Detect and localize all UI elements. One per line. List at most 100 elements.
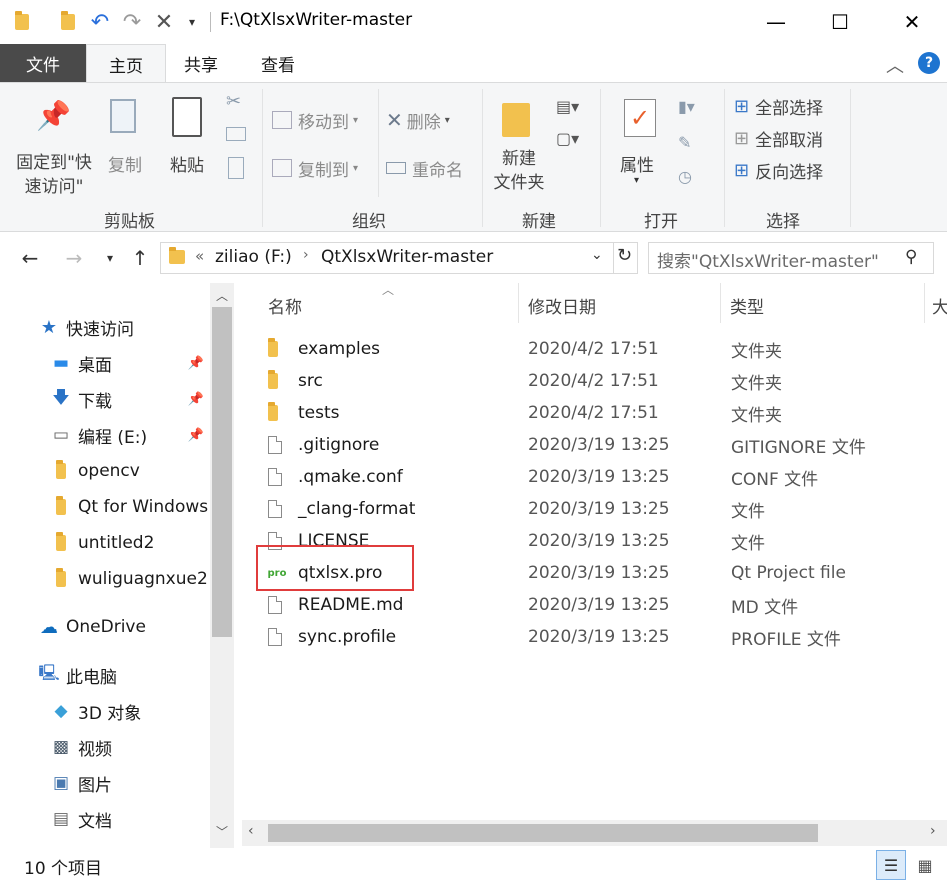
file-row[interactable]: tests 2020/4/2 17:51 文件夹	[242, 397, 947, 429]
select-none-button[interactable]: ⊞ 全部取消	[734, 125, 823, 151]
customize-qat-chevron-icon[interactable]: ▾	[180, 10, 204, 34]
file-row[interactable]: sync.profile 2020/3/19 13:25 PROFILE 文件	[242, 621, 947, 653]
pin-icon[interactable]: 📌	[188, 428, 204, 443]
folder-icon[interactable]	[10, 10, 34, 34]
tab-share[interactable]: 共享	[166, 44, 236, 82]
column-header-size[interactable]: 大	[932, 291, 947, 319]
file-row[interactable]: src 2020/4/2 17:51 文件夹	[242, 365, 947, 397]
move-to-button[interactable]: 移动到 ▾	[272, 105, 372, 135]
open-icon[interactable]: ▮▾	[678, 97, 695, 116]
sidebar-item[interactable]: wuliguagnxue2	[0, 561, 210, 597]
new-item-icon[interactable]: ▤▾	[556, 97, 579, 116]
file-row[interactable]: _clang-format 2020/3/19 13:25 文件	[242, 493, 947, 525]
file-row[interactable]: README.md 2020/3/19 13:25 MD 文件	[242, 589, 947, 621]
quick-access-folder-icon[interactable]	[56, 10, 80, 34]
delete-button[interactable]: ✕ 删除 ▾	[386, 105, 470, 135]
new-folder-button[interactable]: 新建 文件夹	[488, 89, 548, 199]
close-button[interactable]: ✕	[880, 0, 944, 44]
column-header-date[interactable]: 修改日期	[528, 291, 596, 319]
copy-button[interactable]: 复制	[104, 89, 152, 179]
address-bar[interactable]: « ziliao (F:) › QtXlsxWriter-master ⌄ ↻	[160, 242, 638, 274]
details-view-icon[interactable]: ☰	[876, 850, 906, 880]
breadcrumb-drive[interactable]: ziliao (F:)	[215, 247, 292, 267]
invert-selection-button[interactable]: ⊞ 反向选择	[734, 157, 823, 183]
scrollbar-thumb[interactable]	[212, 307, 232, 637]
sidebar-item[interactable]: 🡇 下载 📌	[0, 381, 210, 417]
rename-button[interactable]: 重命名	[386, 153, 476, 183]
paste-shortcut-icon[interactable]	[228, 157, 244, 179]
sidebar-item[interactable]: Qt for Windows	[0, 489, 210, 525]
select-all-button[interactable]: ⊞ 全部选择	[734, 93, 823, 119]
sidebar-item[interactable]: ▭ 编程 (E:) 📌	[0, 417, 210, 453]
pin-to-quick-access-button[interactable]: 📌 固定到"快 速访问"	[8, 89, 98, 199]
column-header-name[interactable]: 名称	[268, 291, 302, 319]
file-name: _clang-format	[298, 499, 416, 519]
clipboard-group-label: 剪贴板	[104, 212, 155, 232]
sidebar-pc-item[interactable]: ▩ 视频	[0, 729, 210, 765]
large-icons-view-icon[interactable]: ▦	[910, 850, 940, 880]
scroll-up-chevron-icon[interactable]: ︿	[216, 287, 228, 304]
easy-access-icon[interactable]: ▢▾	[556, 129, 579, 148]
tab-home[interactable]: 主页	[86, 44, 166, 83]
pictures-icon: ▣	[52, 773, 70, 793]
address-dropdown-chevron-icon[interactable]: ⌄	[591, 247, 603, 263]
maximize-button[interactable]: ☐	[808, 0, 872, 44]
folder-icon	[50, 568, 72, 589]
select-none-label: 全部取消	[755, 130, 824, 151]
folder-icon	[50, 460, 72, 481]
nav-onedrive[interactable]: ☁ OneDrive	[0, 609, 210, 645]
collapse-ribbon-chevron-icon[interactable]: ︿	[886, 52, 904, 78]
pin-icon[interactable]: 📌	[188, 392, 204, 407]
file-type: MD 文件	[731, 597, 799, 618]
nav-this-pc[interactable]: 🖳 此电脑	[0, 657, 210, 693]
undo-icon[interactable]: ↶	[88, 10, 112, 35]
delete-x-icon[interactable]: ✕	[152, 10, 176, 35]
breadcrumb-folder[interactable]: QtXlsxWriter-master	[321, 247, 493, 267]
pin-icon[interactable]: 📌	[188, 356, 204, 371]
sidebar-item[interactable]: ▬ 桌面 📌	[0, 345, 210, 381]
file-row[interactable]: examples 2020/4/2 17:51 文件夹	[242, 333, 947, 365]
sidebar-item[interactable]: opencv	[0, 453, 210, 489]
sidebar-scrollbar[interactable]: ︿ ﹀	[210, 283, 234, 848]
sidebar-pc-item[interactable]: ▣ 图片	[0, 765, 210, 801]
properties-button[interactable]: ✓ 属性 ▾	[612, 89, 668, 199]
history-icon[interactable]: ◷	[678, 167, 692, 186]
refresh-icon[interactable]: ↻	[617, 245, 632, 266]
tab-file[interactable]: 文件	[0, 44, 86, 82]
file-date: 2020/3/19 13:25	[528, 595, 670, 615]
scroll-left-chevron-icon[interactable]: ‹	[248, 823, 254, 839]
copy-path-icon[interactable]	[226, 127, 246, 141]
column-header-type[interactable]: 类型	[730, 291, 764, 319]
back-arrow-icon[interactable]: ←	[16, 244, 44, 272]
up-arrow-icon[interactable]: ↑	[126, 244, 154, 272]
folder-icon	[268, 397, 290, 429]
file-list-horizontal-scrollbar[interactable]: ‹ ›	[242, 820, 947, 846]
redo-icon[interactable]: ↷	[120, 10, 144, 35]
search-box[interactable]: 搜索"QtXlsxWriter-master" ⚲	[648, 242, 934, 274]
cut-icon[interactable]: ✂	[226, 91, 241, 112]
sidebar-pc-item-label: 文档	[78, 811, 112, 832]
edit-icon[interactable]: ✎	[678, 133, 691, 152]
item-count: 10 个项目	[24, 859, 103, 879]
file-name: README.md	[298, 595, 404, 615]
scroll-down-chevron-icon[interactable]: ﹀	[216, 823, 228, 840]
file-row[interactable]: .gitignore 2020/3/19 13:25 GITIGNORE 文件	[242, 429, 947, 461]
sidebar-item[interactable]: untitled2	[0, 525, 210, 561]
search-input[interactable]: 搜索"QtXlsxWriter-master"	[657, 247, 879, 272]
copy-to-button[interactable]: 复制到 ▾	[272, 153, 372, 183]
nav-quick-access[interactable]: ★ 快速访问	[0, 309, 210, 345]
overflow-icon[interactable]: «	[195, 247, 204, 265]
sidebar-pc-item[interactable]: ▤ 文档	[0, 801, 210, 837]
help-icon[interactable]: ?	[918, 52, 940, 74]
file-type: 文件	[731, 501, 765, 522]
paste-button[interactable]: 粘贴	[166, 89, 214, 179]
file-row[interactable]: .qmake.conf 2020/3/19 13:25 CONF 文件	[242, 461, 947, 493]
minimize-button[interactable]: —	[744, 0, 808, 44]
scroll-right-chevron-icon[interactable]: ›	[930, 823, 936, 839]
recent-locations-chevron-icon[interactable]: ▾	[96, 244, 124, 272]
file-name: examples	[298, 339, 381, 359]
tab-view[interactable]: 查看	[240, 44, 316, 82]
horizontal-scrollbar-thumb[interactable]	[268, 824, 818, 842]
forward-arrow-icon[interactable]: →	[60, 244, 88, 272]
sidebar-pc-item[interactable]: ◆ 3D 对象	[0, 693, 210, 729]
